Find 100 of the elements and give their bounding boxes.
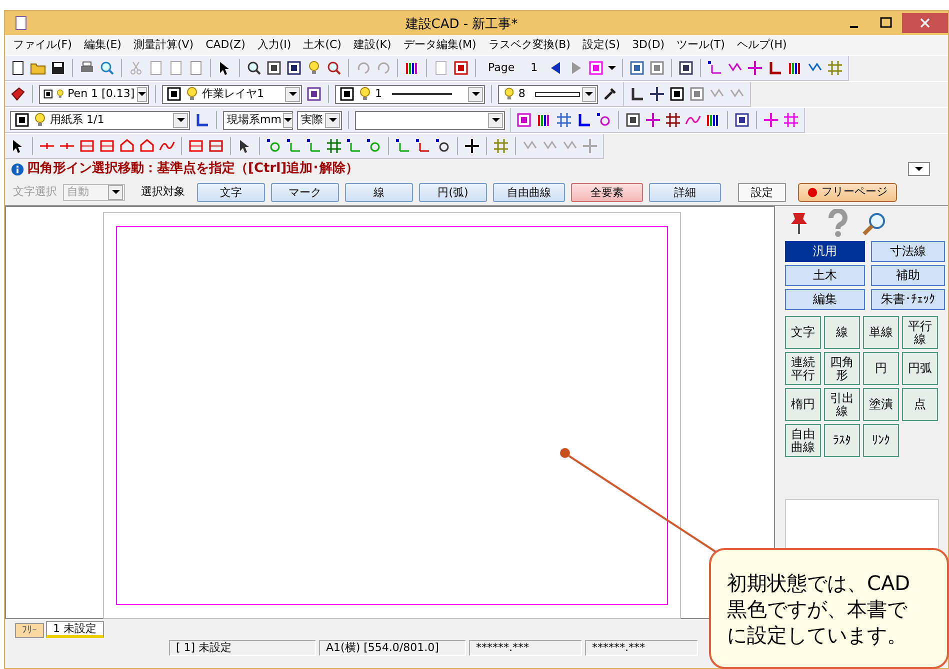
menu-item[interactable]: ラスベク変換(B) — [488, 36, 570, 54]
collapse-dropdown-button[interactable] — [908, 162, 930, 176]
pentagon-icon[interactable] — [119, 138, 135, 154]
dotted-corner-icon[interactable] — [395, 138, 411, 154]
menu-item[interactable]: 土木(C) — [303, 36, 342, 54]
toolbar-dropdown[interactable]: 用紙系 1/1 — [10, 110, 190, 130]
toolbar-dropdown[interactable] — [355, 110, 505, 130]
box-icon[interactable] — [188, 138, 204, 154]
toolbar-dropdown[interactable]: 現場系mm — [223, 110, 293, 130]
tool-button[interactable]: 円弧 — [902, 352, 938, 385]
filter-button[interactable]: 全要素 — [571, 182, 643, 202]
filter-button[interactable]: 線 — [345, 182, 413, 202]
toolbar-dropdown[interactable]: 作業レイヤ1 — [162, 84, 302, 104]
dropdown-arrow-icon[interactable] — [585, 92, 594, 96]
crosshair-icon[interactable] — [649, 86, 665, 102]
tool-button[interactable]: 自由曲線 — [785, 424, 821, 457]
toolbar-dropdown[interactable]: 1 — [335, 84, 485, 104]
menu-item[interactable]: ヘルプ(H) — [736, 36, 787, 54]
tool-button[interactable]: 点 — [902, 388, 938, 421]
menu-item[interactable]: ツール(T) — [676, 36, 725, 54]
tool-button[interactable]: 楕円 — [785, 388, 821, 421]
page-icon[interactable] — [10, 60, 26, 76]
toolbar-dropdown[interactable]: 8 — [498, 84, 598, 104]
bars-icon[interactable] — [705, 112, 721, 128]
menu-item[interactable]: データ編集(M) — [403, 36, 476, 54]
category-tab[interactable]: 補助 — [871, 265, 945, 286]
tool-button[interactable]: 連続平行 — [785, 352, 821, 385]
dotted-corner-icon[interactable] — [415, 138, 431, 154]
square-icon[interactable] — [669, 86, 685, 102]
tool-button[interactable]: 文字 — [785, 316, 821, 349]
dotted-corner-icon[interactable] — [306, 138, 322, 154]
dotted-corner-icon[interactable] — [706, 60, 723, 76]
book-icon[interactable] — [10, 86, 26, 102]
category-tab[interactable]: 寸法線 — [871, 241, 945, 262]
axis-icon[interactable] — [629, 86, 645, 102]
tool-button[interactable]: 平行線 — [902, 316, 938, 349]
category-tab[interactable]: 編集 — [785, 289, 865, 310]
grid-icon[interactable] — [665, 112, 681, 128]
dropdown-arrow-icon[interactable] — [492, 118, 500, 122]
dotted-corner-icon[interactable] — [346, 138, 362, 154]
toolbar-dropdown[interactable]: 実際 — [297, 110, 342, 130]
grid-icon[interactable] — [556, 112, 572, 128]
grid-icon[interactable] — [326, 138, 342, 154]
square-icon[interactable] — [625, 112, 641, 128]
dropdown-arrow-icon[interactable] — [138, 92, 146, 96]
ring-icon[interactable] — [596, 112, 612, 128]
filter-button[interactable]: 自由曲線 — [493, 182, 565, 202]
square-icon[interactable] — [266, 60, 282, 76]
search-icon[interactable] — [861, 211, 887, 237]
filter-button[interactable]: 文字 — [197, 182, 265, 202]
box-icon[interactable] — [79, 138, 95, 154]
dropdown-arrow-icon[interactable] — [284, 118, 292, 122]
menu-item[interactable]: 入力(I) — [257, 36, 292, 54]
dropper-icon[interactable] — [602, 86, 618, 102]
tool-button[interactable]: 単線 — [863, 316, 899, 349]
category-tab[interactable]: 土木 — [785, 265, 865, 286]
tool-button[interactable]: 四角形 — [824, 352, 860, 385]
ring-icon[interactable] — [435, 138, 451, 154]
menu-item[interactable]: CAD(Z) — [206, 36, 246, 54]
filter-button[interactable]: 詳細 — [649, 182, 721, 202]
menu-item[interactable]: 設定(S) — [582, 36, 620, 54]
filter-button[interactable]: マーク — [271, 182, 339, 202]
tool-button[interactable]: 円 — [863, 352, 899, 385]
magnifier-icon[interactable] — [326, 60, 342, 76]
tool-button[interactable]: 線 — [824, 316, 860, 349]
dropdown-arrow-icon[interactable] — [176, 118, 184, 122]
category-tab[interactable]: 汎用 — [785, 241, 865, 262]
close-icon[interactable] — [902, 13, 948, 33]
caret-icon[interactable] — [608, 66, 616, 70]
menu-item[interactable]: 3D(D) — [632, 36, 665, 54]
ring-icon[interactable] — [266, 138, 282, 154]
tool-button[interactable]: ﾘﾝｸ — [863, 424, 899, 457]
pentagon-icon[interactable] — [139, 138, 155, 154]
settings-button[interactable]: 設定 — [738, 182, 786, 202]
dropdown-arrow-icon[interactable] — [472, 92, 480, 96]
menu-item[interactable]: 編集(E) — [84, 36, 122, 54]
bars-icon[interactable] — [536, 112, 552, 128]
ring-icon[interactable] — [366, 138, 382, 154]
square-icon[interactable] — [678, 60, 694, 76]
box-icon[interactable] — [208, 138, 224, 154]
tool-button[interactable]: ﾗｽﾀ — [824, 424, 860, 457]
square-icon[interactable] — [286, 60, 302, 76]
dotted-corner-icon[interactable] — [286, 138, 302, 154]
menu-item[interactable]: 建設(K) — [353, 36, 392, 54]
page-tab[interactable]: 1 未設定 — [46, 621, 104, 638]
dropdown-arrow-icon[interactable] — [288, 92, 296, 96]
tool-button[interactable]: 塗潰 — [863, 388, 899, 421]
free-page-button[interactable]: フリーページ — [798, 182, 896, 202]
category-tab[interactable]: 朱書･ﾁｪｯｸ — [871, 289, 945, 310]
axis-icon[interactable] — [576, 112, 592, 128]
menu-item[interactable]: 測量計算(V) — [133, 36, 194, 54]
axis-icon[interactable] — [194, 112, 210, 128]
box-icon[interactable] — [99, 138, 115, 154]
square-icon[interactable] — [734, 112, 750, 128]
crosshair-icon[interactable] — [464, 138, 480, 154]
bars-icon[interactable] — [786, 60, 803, 76]
tool-button[interactable]: 引出線 — [824, 388, 860, 421]
page-tab[interactable]: ﾌﾘｰ — [15, 623, 44, 638]
magnifier-icon[interactable] — [246, 60, 262, 76]
bars-icon[interactable] — [404, 60, 420, 76]
